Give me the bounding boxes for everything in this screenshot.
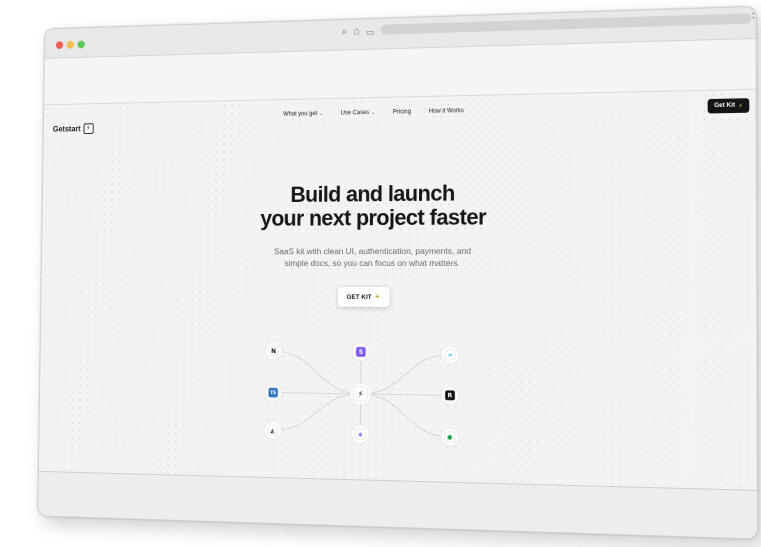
connector-line	[273, 351, 361, 394]
screenshot-stage: ⌕ ⌂ ▭ ⋮ Getstart ⚡ What you get ⌄ Use Cas…	[0, 0, 761, 547]
brand-logo[interactable]: Getstart ⚡	[53, 123, 94, 134]
search-icon[interactable]: ⌕	[342, 26, 348, 38]
nav-item-label: What you get	[283, 111, 318, 118]
connector-line	[273, 393, 360, 394]
mongodb-icon-glyph: ●	[447, 435, 452, 441]
shield-icon-glyph: ◈	[358, 432, 363, 438]
address-bar[interactable]	[380, 13, 752, 35]
hero-title-line-1: Build and launch	[290, 180, 455, 207]
hero-cta-label: GET KIT	[346, 293, 372, 301]
hero-subtitle-line-1: SaaS kit with clean UI, authentication, …	[273, 245, 472, 257]
hero-title: Build and launch your next project faste…	[218, 180, 532, 231]
tailwind-icon-glyph: ≈	[448, 353, 453, 359]
nav-item-how-it-works[interactable]: How it Works	[429, 108, 464, 115]
bolt-icon: ⚡	[349, 382, 372, 406]
home-icon[interactable]: ⌂	[353, 25, 360, 37]
hero-title-line-2: your next project faster	[260, 204, 487, 231]
typescript-icon: TS	[264, 384, 281, 402]
brand-name: Getstart	[52, 124, 81, 134]
nav-item-label: Pricing	[392, 109, 412, 116]
landing-page: Getstart ⚡ What you get ⌄ Use Cases ⌄ Pric…	[38, 89, 757, 491]
nav-item-label: How it Works	[428, 108, 464, 115]
hero-get-kit-button[interactable]: GET KIT ✦	[337, 286, 390, 308]
resend-icon-glyph: R	[448, 393, 453, 399]
connector-line	[360, 394, 450, 437]
connector-line	[361, 394, 450, 395]
nextjs-icon-glyph: N	[271, 349, 276, 355]
minimize-window-button[interactable]	[66, 40, 74, 49]
maximize-window-button[interactable]	[77, 40, 85, 49]
shield-icon: ◈	[351, 424, 369, 443]
browser-window: ⌕ ⌂ ▭ ⋮ Getstart ⚡ What you get ⌄ Use Cas…	[37, 5, 759, 540]
get-kit-button[interactable]: Get Kit ⚡	[707, 98, 750, 114]
prisma-icon-glyph: ◭	[271, 428, 276, 434]
stripe-icon-glyph: S	[359, 350, 363, 356]
lightning-icon: ⚡	[738, 102, 743, 110]
integrations-diagram: N S ≈ TS R ◭ ◈ ● ⚡	[39, 90, 757, 490]
nav-item-label: Use Cases	[340, 110, 370, 117]
chevron-down-icon: ⌄	[371, 109, 376, 116]
get-kit-label: Get Kit	[714, 102, 736, 110]
connector-line	[361, 354, 451, 395]
tab-icon[interactable]: ▭	[366, 26, 374, 38]
nav-item-use-cases[interactable]: Use Cases ⌄	[341, 110, 376, 117]
bolt-icon-glyph: ⚡	[357, 390, 363, 400]
nav-item-pricing[interactable]: Pricing	[393, 109, 411, 115]
main-nav: What you get ⌄ Use Cases ⌄ Pricing How it …	[283, 108, 464, 118]
more-menu-icon[interactable]: ⋮	[747, 6, 758, 21]
mongodb-icon: ●	[441, 428, 459, 447]
prisma-icon: ◭	[264, 421, 281, 439]
tailwind-icon: ≈	[441, 346, 459, 364]
hero-subtitle: SaaS kit with clean UI, authentication, …	[246, 245, 501, 269]
close-window-button[interactable]	[55, 41, 64, 50]
typescript-icon-glyph: TS	[270, 390, 276, 396]
connector-line	[273, 393, 361, 432]
hero-subtitle-line-2: simple docs, so you can focus on what ma…	[284, 257, 460, 269]
lightning-icon: ⚡	[83, 123, 94, 134]
integration-nodes: N S ≈ TS R ◭ ◈ ● ⚡	[264, 342, 459, 446]
nextjs-icon: N	[265, 342, 282, 360]
chevron-down-icon: ⌄	[319, 110, 324, 117]
stripe-icon: S	[352, 342, 370, 362]
nav-item-what-you-get[interactable]: What you get ⌄	[283, 111, 323, 118]
resend-icon: R	[441, 386, 459, 405]
sparkle-icon: ✦	[374, 293, 381, 301]
